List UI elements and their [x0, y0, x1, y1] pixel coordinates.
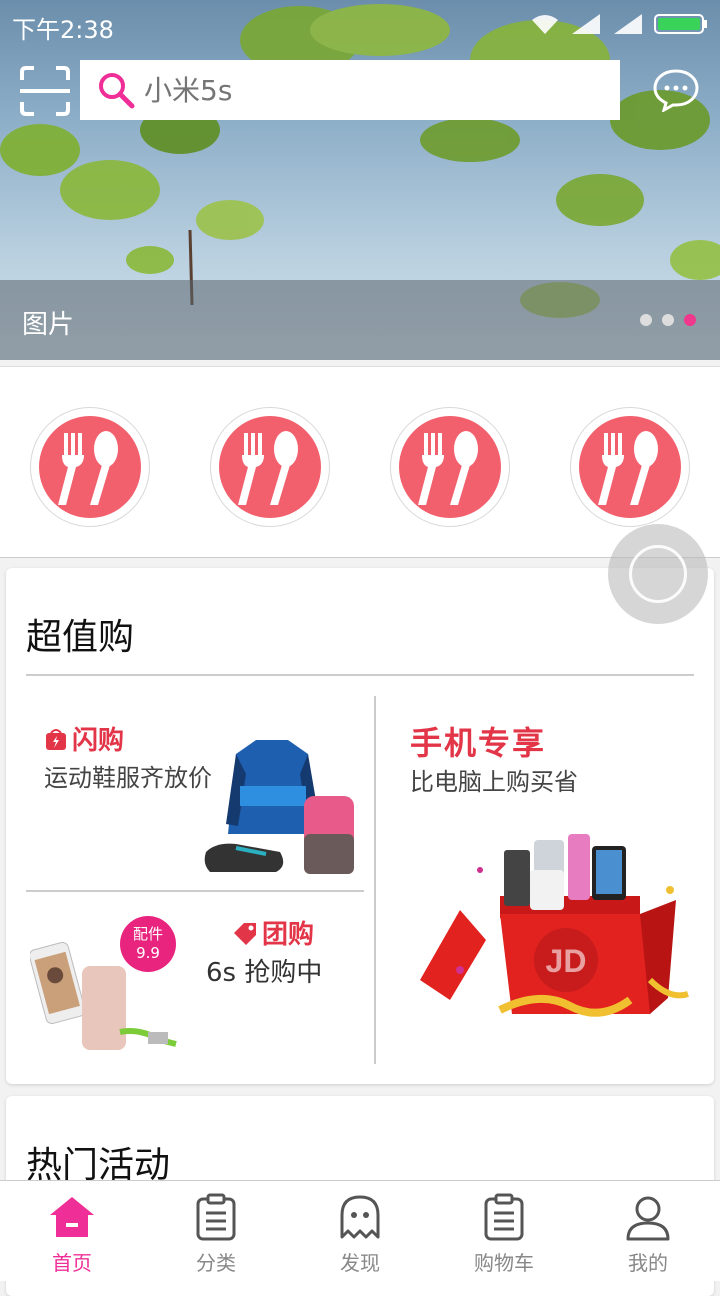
fork-spoon-icon	[58, 431, 118, 505]
tab-profile[interactable]: 我的	[576, 1181, 720, 1281]
divider-vertical	[374, 696, 376, 1064]
banner-caption: 图片	[22, 310, 75, 340]
fork-spoon-icon	[238, 431, 298, 505]
tab-label: 购物车	[474, 1251, 534, 1275]
flash-sale-title: 闪购	[72, 726, 125, 756]
status-bar: 下午2:38	[0, 0, 720, 50]
group-buy-title: 团购	[262, 920, 315, 950]
category-button-2[interactable]	[210, 407, 330, 527]
wifi-icon	[532, 15, 558, 34]
banner-caption-bar: 图片	[0, 280, 720, 360]
signal-icon	[572, 14, 600, 34]
gift-box-image[interactable]: JD	[420, 830, 696, 1040]
carousel-dot-active[interactable]	[684, 314, 696, 326]
search-bar[interactable]	[80, 60, 620, 120]
signal-icon-2	[614, 14, 642, 34]
tab-discover[interactable]: 发现	[288, 1181, 432, 1281]
category-button-4[interactable]	[570, 407, 690, 527]
deals-title: 超值购	[26, 617, 135, 658]
divider	[26, 674, 694, 676]
home-icon	[50, 1197, 94, 1237]
clipboard-icon	[196, 1193, 236, 1241]
group-buy-link[interactable]: 团购	[232, 914, 314, 951]
tab-home[interactable]: 首页	[0, 1181, 144, 1281]
carousel-dot[interactable]	[662, 314, 674, 326]
carousel-indicator	[640, 314, 696, 326]
tab-label: 发现	[340, 1251, 380, 1275]
tab-cart[interactable]: 购物车	[432, 1181, 576, 1281]
deals-card: 超值购 闪购 运动鞋服齐放价 手机专享 比电脑上购买省 JD 团购 6s 抢购中…	[6, 568, 714, 1084]
badge-line-2: 9.9	[136, 944, 160, 962]
banner-carousel[interactable]: 下午2:38 图片	[0, 0, 720, 360]
tab-label: 首页	[52, 1251, 92, 1275]
jacket-shoes-image[interactable]	[196, 734, 366, 884]
tab-label: 分类	[196, 1251, 236, 1275]
bottom-tab-bar: 首页 分类 发现 购物车 我的	[0, 1180, 720, 1281]
floating-assistive-button[interactable]	[608, 524, 708, 624]
category-button-3[interactable]	[390, 407, 510, 527]
search-icon	[99, 73, 135, 109]
tab-category[interactable]: 分类	[144, 1181, 288, 1281]
search-input[interactable]	[142, 72, 586, 108]
fork-spoon-icon	[598, 431, 658, 505]
phone-exclusive-title[interactable]: 手机专享	[410, 718, 546, 764]
flash-sale-link[interactable]: 闪购	[44, 720, 124, 757]
gift-box-logo: JD	[546, 943, 587, 979]
tab-label: 我的	[628, 1251, 668, 1275]
carousel-dot[interactable]	[640, 314, 652, 326]
person-icon	[626, 1196, 670, 1241]
scan-icon[interactable]	[20, 66, 70, 116]
lightning-bag-icon	[46, 728, 66, 750]
category-icon-row	[0, 366, 720, 558]
badge-line-1: 配件	[132, 925, 163, 943]
group-buy-subtitle: 6s 抢购中	[206, 958, 323, 988]
tag-icon	[234, 922, 256, 945]
clipboard-icon	[484, 1193, 524, 1241]
ghost-icon	[340, 1195, 380, 1239]
fork-spoon-icon	[418, 431, 478, 505]
category-button-1[interactable]	[30, 407, 150, 527]
phone-exclusive-subtitle: 比电脑上购买省	[410, 768, 578, 796]
circle-icon	[629, 545, 687, 603]
divider	[26, 890, 364, 892]
flash-sale-subtitle: 运动鞋服齐放价	[44, 764, 212, 792]
status-time: 下午2:38	[12, 16, 114, 44]
message-icon[interactable]	[652, 68, 700, 112]
battery-icon	[654, 14, 707, 34]
accessory-price-badge: 配件 9.9	[120, 916, 176, 972]
